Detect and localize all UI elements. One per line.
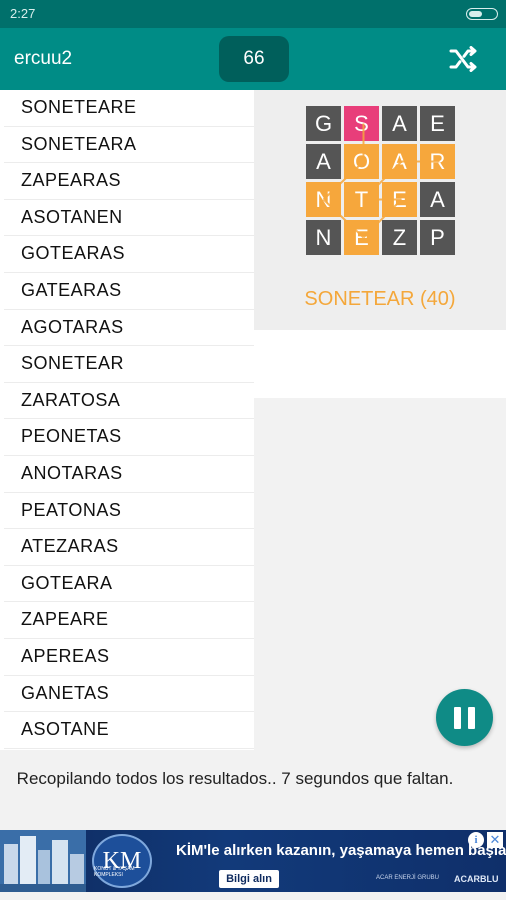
score-badge: 66: [219, 36, 289, 82]
word-list-item[interactable]: ZAPEARAS: [4, 163, 254, 200]
ad-logo: KM KONUT & YAŞAM KOMPLEKSI: [92, 834, 152, 888]
status-bar: 2:27: [0, 0, 506, 28]
letter-tile[interactable]: T: [344, 182, 379, 217]
letter-tile[interactable]: E: [382, 182, 417, 217]
word-list-item[interactable]: SONETEARE: [4, 90, 254, 127]
found-word: SONETEAR (40): [304, 288, 456, 310]
word-list-item[interactable]: SONETEAR: [4, 346, 254, 383]
word-list-item[interactable]: GATEARAS: [4, 273, 254, 310]
username: ercuu2: [14, 48, 73, 69]
word-list-item[interactable]: ASOTANE: [4, 712, 254, 749]
letter-tile[interactable]: N: [306, 220, 341, 255]
pause-icon-bar-right: [468, 706, 475, 729]
letter-tile[interactable]: O: [344, 144, 379, 179]
letter-tile[interactable]: Z: [382, 220, 417, 255]
word-list-item[interactable]: GOTEARA: [4, 566, 254, 603]
ad-headline: KİM'le alırken kazanın, yaşamaya hemen b…: [176, 842, 506, 859]
status-time: 2:27: [10, 6, 36, 21]
ad-info-icon[interactable]: i: [468, 832, 484, 848]
app-bar: ercuu2 66: [0, 28, 506, 90]
letter-tile[interactable]: A: [420, 182, 455, 217]
word-list-item[interactable]: ANOTARAS: [4, 456, 254, 493]
ad-cta-button[interactable]: Bilgi alın: [219, 870, 279, 888]
ad-partner-logo: ACAR ENERJİ GRUBU: [376, 875, 440, 881]
board-panel: GSAEAOARNTEANEZP SONETEAR (40): [254, 90, 506, 330]
letter-tile[interactable]: P: [420, 220, 455, 255]
word-list-item[interactable]: PEONETAS: [4, 419, 254, 456]
word-list-item[interactable]: AGOTARAS: [4, 310, 254, 347]
letter-tile[interactable]: E: [420, 106, 455, 141]
letter-grid: GSAEAOARNTEANEZP: [306, 106, 456, 256]
ad-banner[interactable]: KM KONUT & YAŞAM KOMPLEKSI KİM'le alırke…: [0, 830, 506, 892]
pause-button[interactable]: [436, 689, 493, 746]
ad-brand-logo: ACARBLU: [454, 874, 499, 884]
letter-tile[interactable]: A: [382, 106, 417, 141]
ad-buildings-image: [0, 830, 86, 892]
letter-tile[interactable]: A: [382, 144, 417, 179]
letter-tile[interactable]: A: [306, 144, 341, 179]
progress-message: Recopilando todos los resultados.. 7 seg…: [16, 769, 454, 788]
word-list-item[interactable]: ATEZARAS: [4, 529, 254, 566]
word-list-item[interactable]: ZAPEARE: [4, 602, 254, 639]
blank-area: [254, 330, 506, 398]
score-value: 66: [243, 48, 265, 69]
word-list-item[interactable]: GOTEARAS: [4, 236, 254, 273]
pause-icon-bar-left: [454, 706, 461, 729]
ad-close-icon[interactable]: ✕: [487, 832, 503, 848]
battery-icon: [466, 8, 498, 20]
letter-tile[interactable]: N: [306, 182, 341, 217]
word-list-item[interactable]: PEATONAS: [4, 493, 254, 530]
letter-tile[interactable]: S: [344, 106, 379, 141]
shuffle-icon: [449, 46, 477, 72]
letter-tile[interactable]: E: [344, 220, 379, 255]
word-list[interactable]: SONETEARE SONETEARA ZAPEARAS ASOTANEN GOTEAR…: [0, 90, 254, 750]
word-list-item[interactable]: APEREAS: [4, 639, 254, 676]
letter-tile[interactable]: R: [420, 144, 455, 179]
word-list-item[interactable]: ZARATOSA: [4, 383, 254, 420]
word-list-item[interactable]: SONETEARA: [4, 127, 254, 164]
letter-tile[interactable]: G: [306, 106, 341, 141]
word-list-item[interactable]: GANETAS: [4, 676, 254, 713]
word-list-item[interactable]: ASOTANEN: [4, 200, 254, 237]
shuffle-button[interactable]: [446, 42, 482, 76]
